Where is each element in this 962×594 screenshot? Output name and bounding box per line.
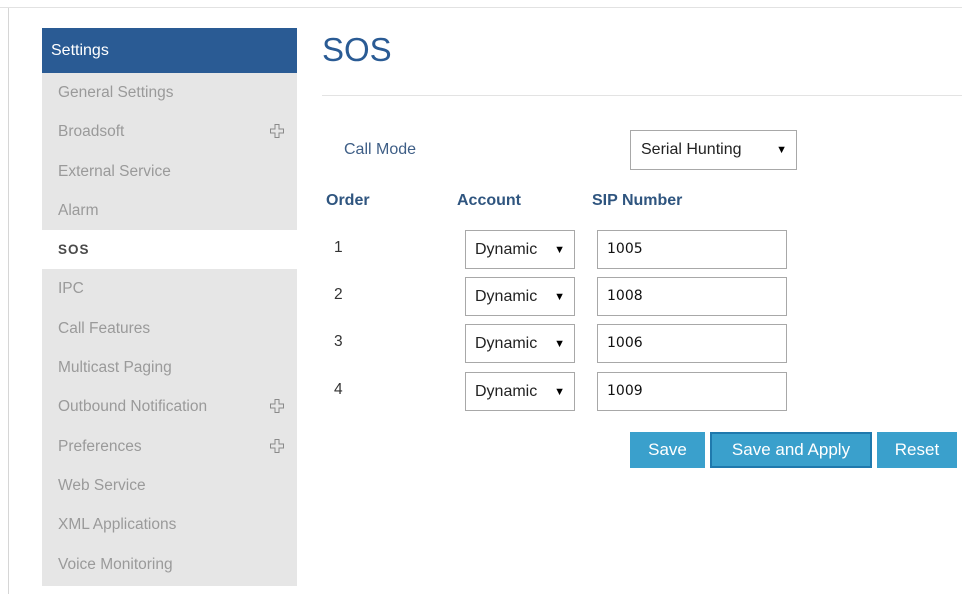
sidebar-item-web-service[interactable]: Web Service: [42, 466, 297, 505]
sidebar-item-general-settings[interactable]: General Settings: [42, 73, 297, 112]
sidebar-header: Settings: [42, 28, 297, 73]
plus-icon[interactable]: [270, 399, 284, 414]
chevron-down-icon: ▼: [554, 243, 565, 256]
order-number: 2: [334, 286, 343, 303]
order-number: 1: [334, 239, 343, 256]
page-title: SOS: [322, 31, 392, 68]
sidebar-item-label: Preferences: [58, 437, 142, 455]
sip-number-input[interactable]: 1006: [597, 324, 787, 363]
sidebar-item-label: General Settings: [58, 84, 174, 101]
account-value: Dynamic: [475, 334, 538, 352]
plus-icon[interactable]: [270, 438, 284, 453]
chevron-down-icon: ▼: [776, 144, 787, 156]
sidebar-item-voice-monitoring[interactable]: Voice Monitoring: [42, 545, 297, 584]
account-select[interactable]: Dynamic ▼: [465, 277, 575, 316]
sidebar-item-label: IPC: [58, 280, 84, 298]
sidebar-item-multicast-paging[interactable]: Multicast Paging: [42, 348, 297, 387]
account-value: Dynamic: [475, 382, 538, 400]
sidebar-item-label: Alarm: [58, 201, 99, 219]
account-select[interactable]: Dynamic ▼: [465, 372, 575, 411]
account-value: Dynamic: [475, 240, 538, 258]
sidebar-item-xml-applications[interactable]: XML Applications: [42, 505, 297, 544]
sidebar-menu: General Settings Broadsoft External Servic…: [42, 73, 297, 584]
sidebar-item-external-service[interactable]: External Service: [42, 152, 297, 191]
plus-icon[interactable]: [270, 124, 284, 139]
chevron-down-icon: ▼: [554, 385, 565, 398]
sidebar-item-alarm[interactable]: Alarm: [42, 191, 297, 230]
call-mode-label: Call Mode: [344, 141, 417, 158]
call-mode-value: Serial Hunting: [641, 141, 742, 158]
sidebar-item-label: Outbound Notification: [58, 398, 208, 416]
window-top-edge: [0, 0, 962, 8]
order-column-header: Order: [326, 192, 370, 209]
account-select[interactable]: Dynamic ▼: [465, 324, 575, 363]
save-and-apply-button[interactable]: Save and Apply: [710, 432, 872, 468]
title-divider: [322, 95, 962, 96]
sidebar-item-label: Broadsoft: [58, 123, 125, 141]
save-button[interactable]: Save: [630, 432, 705, 468]
chevron-down-icon: ▼: [554, 290, 565, 303]
chevron-down-icon: ▼: [554, 337, 565, 350]
sidebar-item-label: XML Applications: [58, 516, 177, 534]
window-left-edge: [8, 8, 9, 594]
sidebar-item-label: External Service: [58, 162, 171, 180]
sidebar-item-label: Multicast Paging: [58, 359, 172, 377]
account-value: Dynamic: [475, 287, 538, 305]
order-number: 3: [334, 333, 343, 350]
sip-number-input[interactable]: 1009: [597, 372, 787, 411]
sip-number-column-header: SIP Number: [592, 192, 683, 209]
account-column-header: Account: [457, 192, 521, 209]
account-select[interactable]: Dynamic ▼: [465, 230, 575, 269]
call-mode-select[interactable]: Serial Hunting ▼: [630, 130, 797, 170]
sidebar-item-sos[interactable]: SOS: [42, 230, 297, 270]
sidebar-item-label: Voice Monitoring: [58, 555, 173, 573]
sip-number-input[interactable]: 1005: [597, 230, 787, 269]
sidebar-item-outbound-notification[interactable]: Outbound Notification: [42, 387, 297, 426]
sidebar-item-label: Call Features: [58, 319, 151, 337]
settings-sidebar: Settings General Settings Broadsoft Extern…: [42, 28, 297, 586]
sidebar-item-ipc[interactable]: IPC: [42, 269, 297, 308]
reset-button[interactable]: Reset: [877, 432, 957, 468]
sidebar-item-broadsoft[interactable]: Broadsoft: [42, 112, 297, 151]
sidebar-item-preferences[interactable]: Preferences: [42, 427, 297, 466]
sidebar-item-call-features[interactable]: Call Features: [42, 309, 297, 348]
sidebar-item-label: Web Service: [58, 476, 146, 494]
sip-number-input[interactable]: 1008: [597, 277, 787, 316]
order-number: 4: [334, 381, 343, 398]
sidebar-item-label: SOS: [58, 242, 90, 258]
